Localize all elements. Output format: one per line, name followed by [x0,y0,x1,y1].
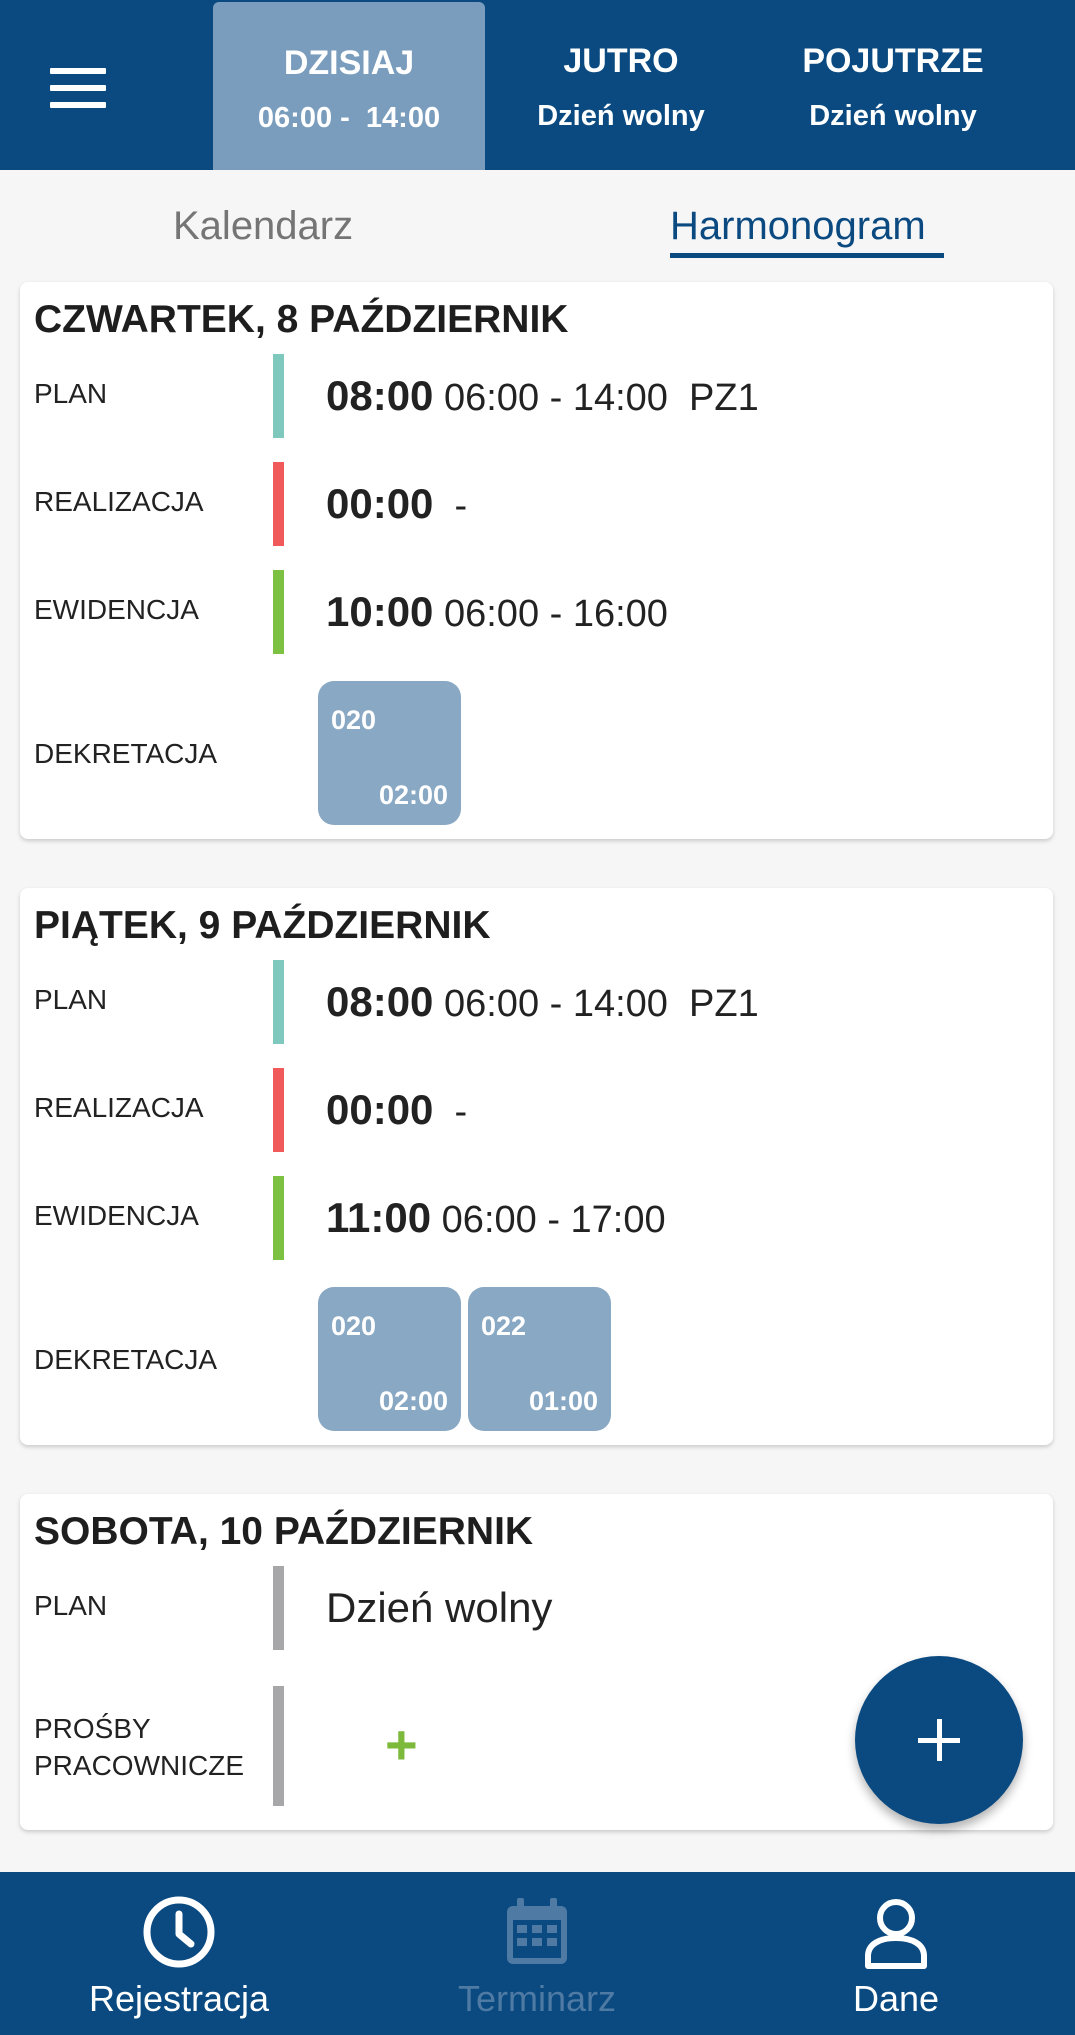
top-app-bar: DZISIAJ 06:00 - 14:00 JUTRO Dzień wolny … [0,0,1075,170]
plan-hours: 08:00 [326,978,434,1025]
tab-day-after-tomorrow[interactable]: POJUTRZE Dzień wolny [757,0,1029,170]
realizacja-range: - [443,1091,468,1133]
hamburger-menu-icon[interactable] [50,68,106,108]
nav-rejestracja[interactable]: Rejestracja [0,1872,358,2035]
dekretacja-chip[interactable]: 020 02:00 [318,1287,461,1431]
tab-schedule[interactable]: Harmonogram [670,204,926,249]
day-card-friday: PIĄTEK, 9 PAŹDZIERNIK PLAN 08:00 06:00 -… [20,888,1053,1445]
day-card-thursday: CZWARTEK, 8 PAŹDZIERNIK PLAN 08:00 06:00… [20,282,1053,839]
nav-terminarz-label: Terminarz [457,1978,617,2019]
plan-label: PLAN [34,1590,108,1621]
realizacja-bar [273,1068,284,1152]
user-icon [865,1899,927,1969]
requests-label: PROŚBY PRACOWNICZE [34,1710,244,1784]
chip-time: 02:00 [378,780,448,810]
plan-bar [273,1566,284,1650]
chip-code: 022 [481,1311,527,1341]
ewidencja-label: EWIDENCJA [34,594,199,625]
plan-value: 08:00 06:00 - 14:00 PZ1 [326,372,759,420]
chip-code: 020 [331,705,377,735]
dekretacja-label: DEKRETACJA [34,1344,218,1375]
ewidencja-value: 11:00 06:00 - 17:00 [326,1194,666,1242]
dekretacja-chip[interactable]: 022 01:00 [468,1287,611,1431]
tab-calendar[interactable]: Kalendarz [173,204,353,249]
plan-label: PLAN [34,378,108,409]
tab-tomorrow-status: Dzień wolny [537,100,705,132]
ewidencja-bar [273,570,284,654]
tab-tomorrow-title: JUTRO [563,42,679,80]
tab-today-hours: 06:00 - 14:00 [257,102,441,134]
ewidencja-range: 06:00 - 17:00 [441,1199,666,1241]
chip-time: 01:00 [528,1386,598,1416]
add-fab-button[interactable] [855,1656,1023,1824]
calendar-icon [507,1898,567,1964]
plan-value: 08:00 06:00 - 14:00 PZ1 [326,978,759,1026]
ewidencja-value: 10:00 06:00 - 16:00 [326,588,668,636]
requests-label-line2: PRACOWNICZE [34,1750,244,1781]
tab-tomorrow[interactable]: JUTRO Dzień wolny [485,0,757,170]
realizacja-hours: 00:00 [326,1086,434,1133]
realizacja-label: REALIZACJA [34,486,204,517]
plan-hours: 08:00 [326,372,434,419]
nav-terminarz[interactable]: Terminarz [358,1872,716,2035]
plan-bar [273,960,284,1044]
bottom-navigation: Rejestracja Terminarz Dane [0,1872,1075,2035]
requests-label-line1: PROŚBY [34,1713,151,1744]
clock-icon [143,1896,215,1968]
dekretacja-chip[interactable]: 020 02:00 [318,681,461,825]
plan-label: PLAN [34,984,108,1015]
plan-bar [273,354,284,438]
dekretacja-label: DEKRETACJA [34,738,218,769]
nav-dane-label: Dane [852,1978,940,2019]
nav-dane[interactable]: Dane [717,1872,1075,2035]
realizacja-value: 00:00 - [326,480,467,528]
tab-day-after-title: POJUTRZE [802,42,984,80]
nav-rejestracja-label: Rejestracja [88,1978,270,2019]
view-switcher: Kalendarz Harmonogram [0,170,1075,270]
chip-time: 02:00 [378,1386,448,1416]
day-title: CZWARTEK, 8 PAŹDZIERNIK [34,298,569,341]
plan-range: 06:00 - 14:00 PZ1 [443,983,759,1025]
active-tab-indicator [670,253,944,258]
day-off-value: Dzień wolny [326,1584,553,1631]
realizacja-hours: 00:00 [326,480,434,527]
ewidencja-label: EWIDENCJA [34,1200,199,1231]
tab-today-title: DZISIAJ [283,44,415,82]
add-request-plus-icon[interactable]: + [385,1712,418,1777]
chip-code: 020 [331,1311,377,1341]
ewidencja-hours: 10:00 [326,588,434,635]
requests-bar [273,1686,284,1806]
realizacja-range: - [443,485,468,527]
tab-today[interactable]: DZISIAJ 06:00 - 14:00 [213,2,485,170]
ewidencja-range: 06:00 - 16:00 [443,593,668,635]
realizacja-bar [273,462,284,546]
realizacja-value: 00:00 - [326,1086,467,1134]
ewidencja-hours: 11:00 [326,1194,432,1241]
day-title: SOBOTA, 10 PAŹDZIERNIK [34,1510,534,1553]
plan-range: 06:00 - 14:00 PZ1 [443,377,759,419]
realizacja-label: REALIZACJA [34,1092,204,1123]
tab-day-after-status: Dzień wolny [809,100,977,132]
ewidencja-bar [273,1176,284,1260]
day-title: PIĄTEK, 9 PAŹDZIERNIK [34,904,491,947]
